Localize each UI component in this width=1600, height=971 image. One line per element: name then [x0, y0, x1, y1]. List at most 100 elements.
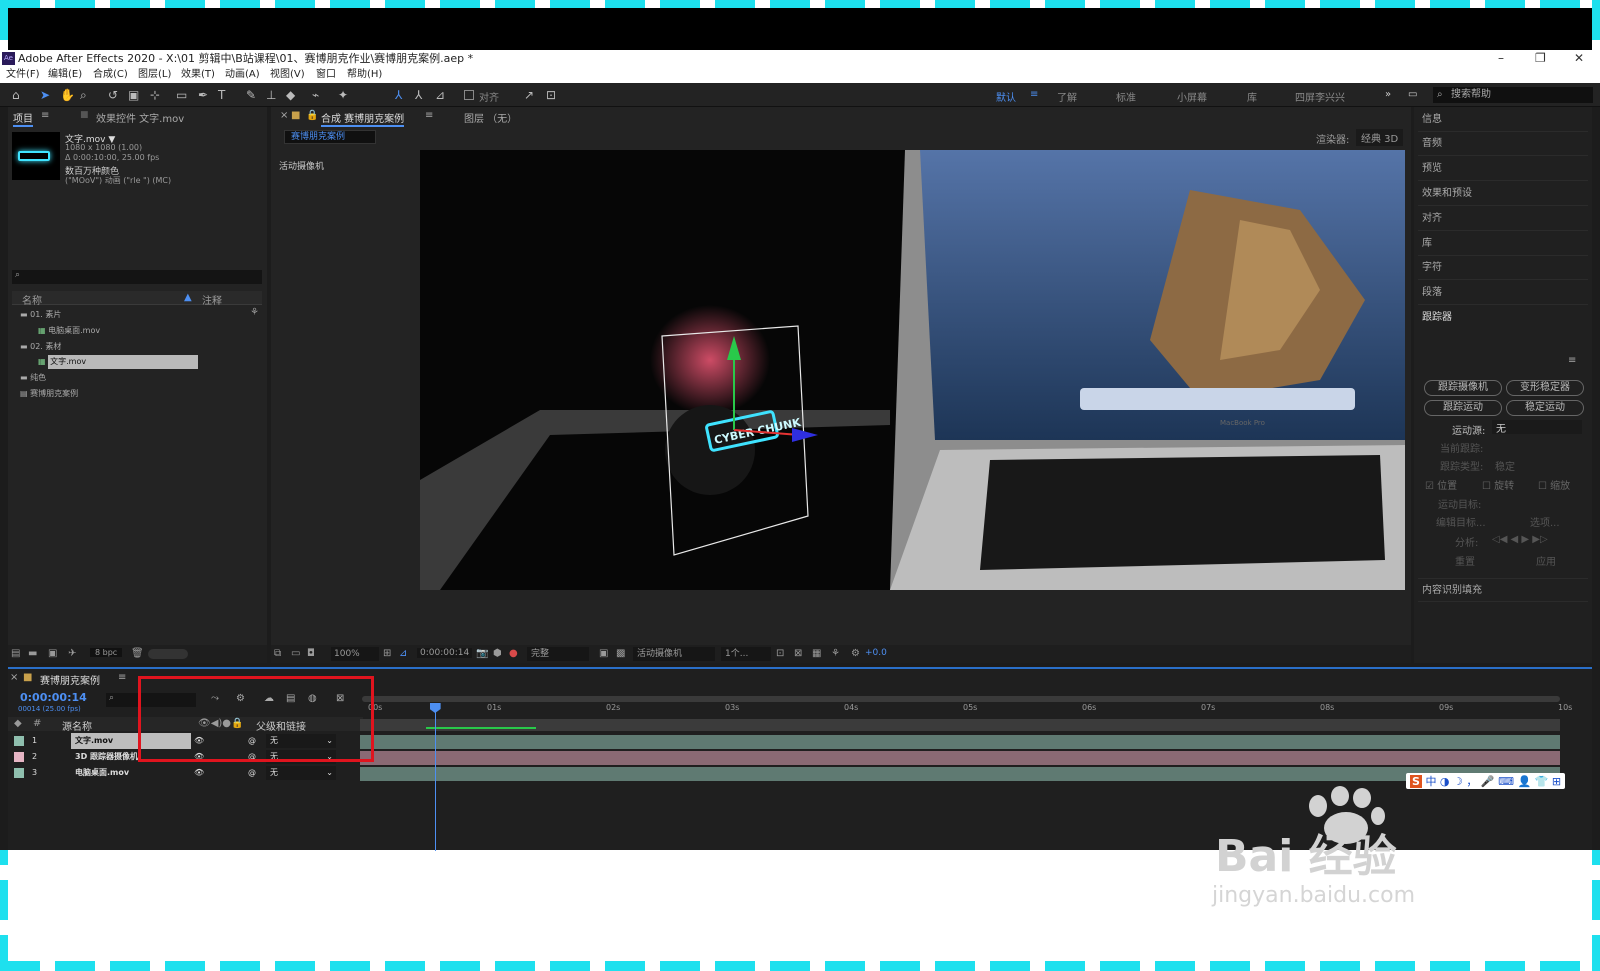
menu-composition[interactable]: 合成(C): [93, 67, 128, 83]
puppet-pin-icon[interactable]: ✦: [338, 88, 348, 102]
camera-select[interactable]: 活动摄像机: [633, 647, 715, 661]
layer-label-color[interactable]: [14, 768, 24, 778]
time-ruler[interactable]: 00s 01s 02s 03s 04s 05s 06s 07s 08s 09s 10s: [360, 703, 1572, 717]
fast-preview-icon[interactable]: ⊠: [794, 648, 802, 659]
rotation-checkbox[interactable]: ☐ 旋转: [1482, 477, 1514, 492]
current-time[interactable]: 0:00:00:14: [417, 648, 473, 658]
timeline-icon[interactable]: ▦: [812, 648, 821, 659]
edit-target-button[interactable]: 编辑目标...: [1436, 514, 1486, 529]
project-item-file-selected[interactable]: ▦ 文字.mov: [20, 355, 260, 369]
bpc-button[interactable]: 8 bpc: [90, 648, 123, 657]
work-area[interactable]: [360, 719, 1560, 731]
new-folder-icon[interactable]: ▬: [28, 648, 37, 659]
project-item-comp[interactable]: ▤ 赛博朋克案例: [20, 387, 260, 401]
menu-animation[interactable]: 动画(A): [225, 67, 260, 83]
close-tab-icon[interactable]: ×: [10, 672, 18, 683]
local-axis-icon[interactable]: ⅄: [395, 88, 402, 102]
position-checkbox[interactable]: ☑ 位置: [1425, 477, 1457, 492]
always-preview-icon[interactable]: ⧉: [274, 648, 281, 659]
transparency-grid-icon[interactable]: ▩: [616, 648, 625, 659]
menu-help[interactable]: 帮助(H): [347, 67, 382, 83]
snapshot-icon[interactable]: 📷: [476, 648, 488, 659]
layer-row[interactable]: 3 电脑桌面.mov 👁 @ 无 ⌄: [8, 765, 363, 781]
menu-edit[interactable]: 编辑(E): [48, 67, 82, 83]
project-item-folder[interactable]: ▬ 01. 素片: [20, 308, 260, 322]
apply-button[interactable]: 应用: [1536, 553, 1556, 568]
project-item-folder[interactable]: ▬ 02. 素材: [20, 340, 260, 354]
options-button[interactable]: 选项...: [1530, 514, 1560, 529]
renderer-button[interactable]: 经典 3D: [1356, 129, 1404, 146]
new-comp-icon[interactable]: ▣: [48, 648, 57, 659]
thumbnail-slider[interactable]: [148, 649, 188, 659]
tab-menu-icon[interactable]: ≡: [41, 110, 49, 121]
snap-grid-icon[interactable]: ⊡: [546, 88, 556, 102]
tab-effect-controls[interactable]: 效果控件 文字.mov: [96, 110, 184, 125]
tab-menu-icon[interactable]: ≡: [425, 110, 433, 121]
track-camera-button[interactable]: 跟踪摄像机: [1424, 380, 1502, 396]
view-axis-icon[interactable]: ⊿: [435, 88, 445, 102]
help-search-input[interactable]: ⌕ 搜索帮助: [1433, 87, 1593, 103]
menu-view[interactable]: 视图(V): [270, 67, 305, 83]
motion-source-select[interactable]: 无: [1492, 420, 1582, 435]
channel-icon[interactable]: ●: [509, 648, 518, 659]
flowchart-icon[interactable]: ⚘: [831, 648, 840, 659]
home-icon[interactable]: ⌂: [12, 88, 20, 102]
workspace-small-screen[interactable]: 小屏幕: [1177, 89, 1207, 104]
align-checkbox[interactable]: [464, 90, 474, 100]
minimize-button[interactable]: –: [1498, 50, 1504, 67]
panel-audio[interactable]: 音频: [1418, 132, 1588, 156]
tab-layer[interactable]: 图层 （无）: [464, 110, 517, 125]
vr-icon[interactable]: ◘: [307, 648, 315, 659]
hand-tool-icon[interactable]: ✋: [60, 88, 75, 102]
interpret-footage-icon[interactable]: ▤: [11, 648, 20, 659]
layer-name[interactable]: 电脑桌面.mov: [71, 765, 191, 781]
tab-menu-icon[interactable]: ≡: [118, 672, 126, 683]
restore-button[interactable]: ❐: [1535, 50, 1546, 67]
panel-library[interactable]: 库: [1418, 232, 1588, 256]
project-item-file[interactable]: ▦ 电脑桌面.mov: [20, 324, 260, 338]
adjust-icon[interactable]: ✈: [68, 648, 76, 659]
analyze-controls[interactable]: ◁◀ ◀ ▶ ▶▷: [1492, 534, 1548, 545]
type-tool-icon[interactable]: T: [218, 88, 225, 102]
panel-content-aware-fill[interactable]: 内容识别填充: [1418, 578, 1588, 602]
sort-icon[interactable]: ▲: [184, 292, 192, 303]
pan-behind-tool-icon[interactable]: ⊹: [150, 88, 160, 102]
composition-viewer[interactable]: MacBook Pro CYBER CHUNK: [420, 150, 1405, 590]
show-snapshot-icon[interactable]: ⬢: [493, 648, 502, 659]
close-tab-icon[interactable]: ×: [280, 110, 288, 121]
workspace-standard[interactable]: 标准: [1116, 89, 1136, 104]
scale-checkbox[interactable]: ☐ 缩放: [1538, 477, 1570, 492]
workspace-menu-icon[interactable]: ≡: [1030, 89, 1038, 100]
comp-breadcrumb[interactable]: 赛博朋克案例: [284, 130, 376, 144]
zoom-select[interactable]: 100%: [331, 647, 379, 661]
panel-info[interactable]: 信息: [1418, 108, 1588, 132]
panel-align[interactable]: 对齐: [1418, 207, 1588, 231]
workspace-default[interactable]: 默认: [996, 89, 1016, 104]
resolution-select[interactable]: 完整: [527, 647, 589, 661]
mask-icon[interactable]: ⊿: [399, 648, 407, 659]
views-select[interactable]: 1个...: [721, 647, 771, 661]
panel-toggle-icon[interactable]: ▭: [1408, 89, 1417, 100]
track-motion-button[interactable]: 跟踪运动: [1424, 400, 1502, 416]
parent-select[interactable]: 无 ⌄: [266, 766, 336, 780]
layer-duration-bar[interactable]: [360, 735, 1560, 749]
workspace-custom[interactable]: 四屏李兴兴: [1295, 89, 1345, 104]
menu-effect[interactable]: 效果(T): [181, 67, 215, 83]
layer-label-color[interactable]: [14, 736, 24, 746]
grid-icon[interactable]: ⊞: [383, 648, 391, 659]
menu-layer[interactable]: 图层(L): [138, 67, 171, 83]
roto-brush-icon[interactable]: ⌁: [312, 88, 319, 102]
reset-button[interactable]: 重置: [1455, 553, 1475, 568]
lock-icon[interactable]: 🔒: [306, 110, 318, 121]
workspace-learn[interactable]: 了解: [1057, 89, 1077, 104]
panel-effects-presets[interactable]: 效果和预设: [1418, 182, 1588, 206]
panel-tracker-title[interactable]: 跟踪器: [1418, 306, 1588, 330]
tab-project[interactable]: 项目: [13, 110, 33, 127]
tab-composition[interactable]: 合成 赛博朋克案例: [321, 110, 405, 127]
rectangle-tool-icon[interactable]: ▭: [176, 88, 187, 102]
ime-toolbar[interactable]: S 中 ◑ ☽ ， 🎤 ⌨ 👤 👕 ⊞: [1406, 773, 1566, 789]
toggle-pixel-icon[interactable]: ⊡: [776, 648, 784, 659]
visibility-icon[interactable]: 👁: [194, 765, 204, 781]
work-area-bar[interactable]: [362, 696, 1560, 702]
delete-icon[interactable]: 🗑: [131, 648, 144, 659]
